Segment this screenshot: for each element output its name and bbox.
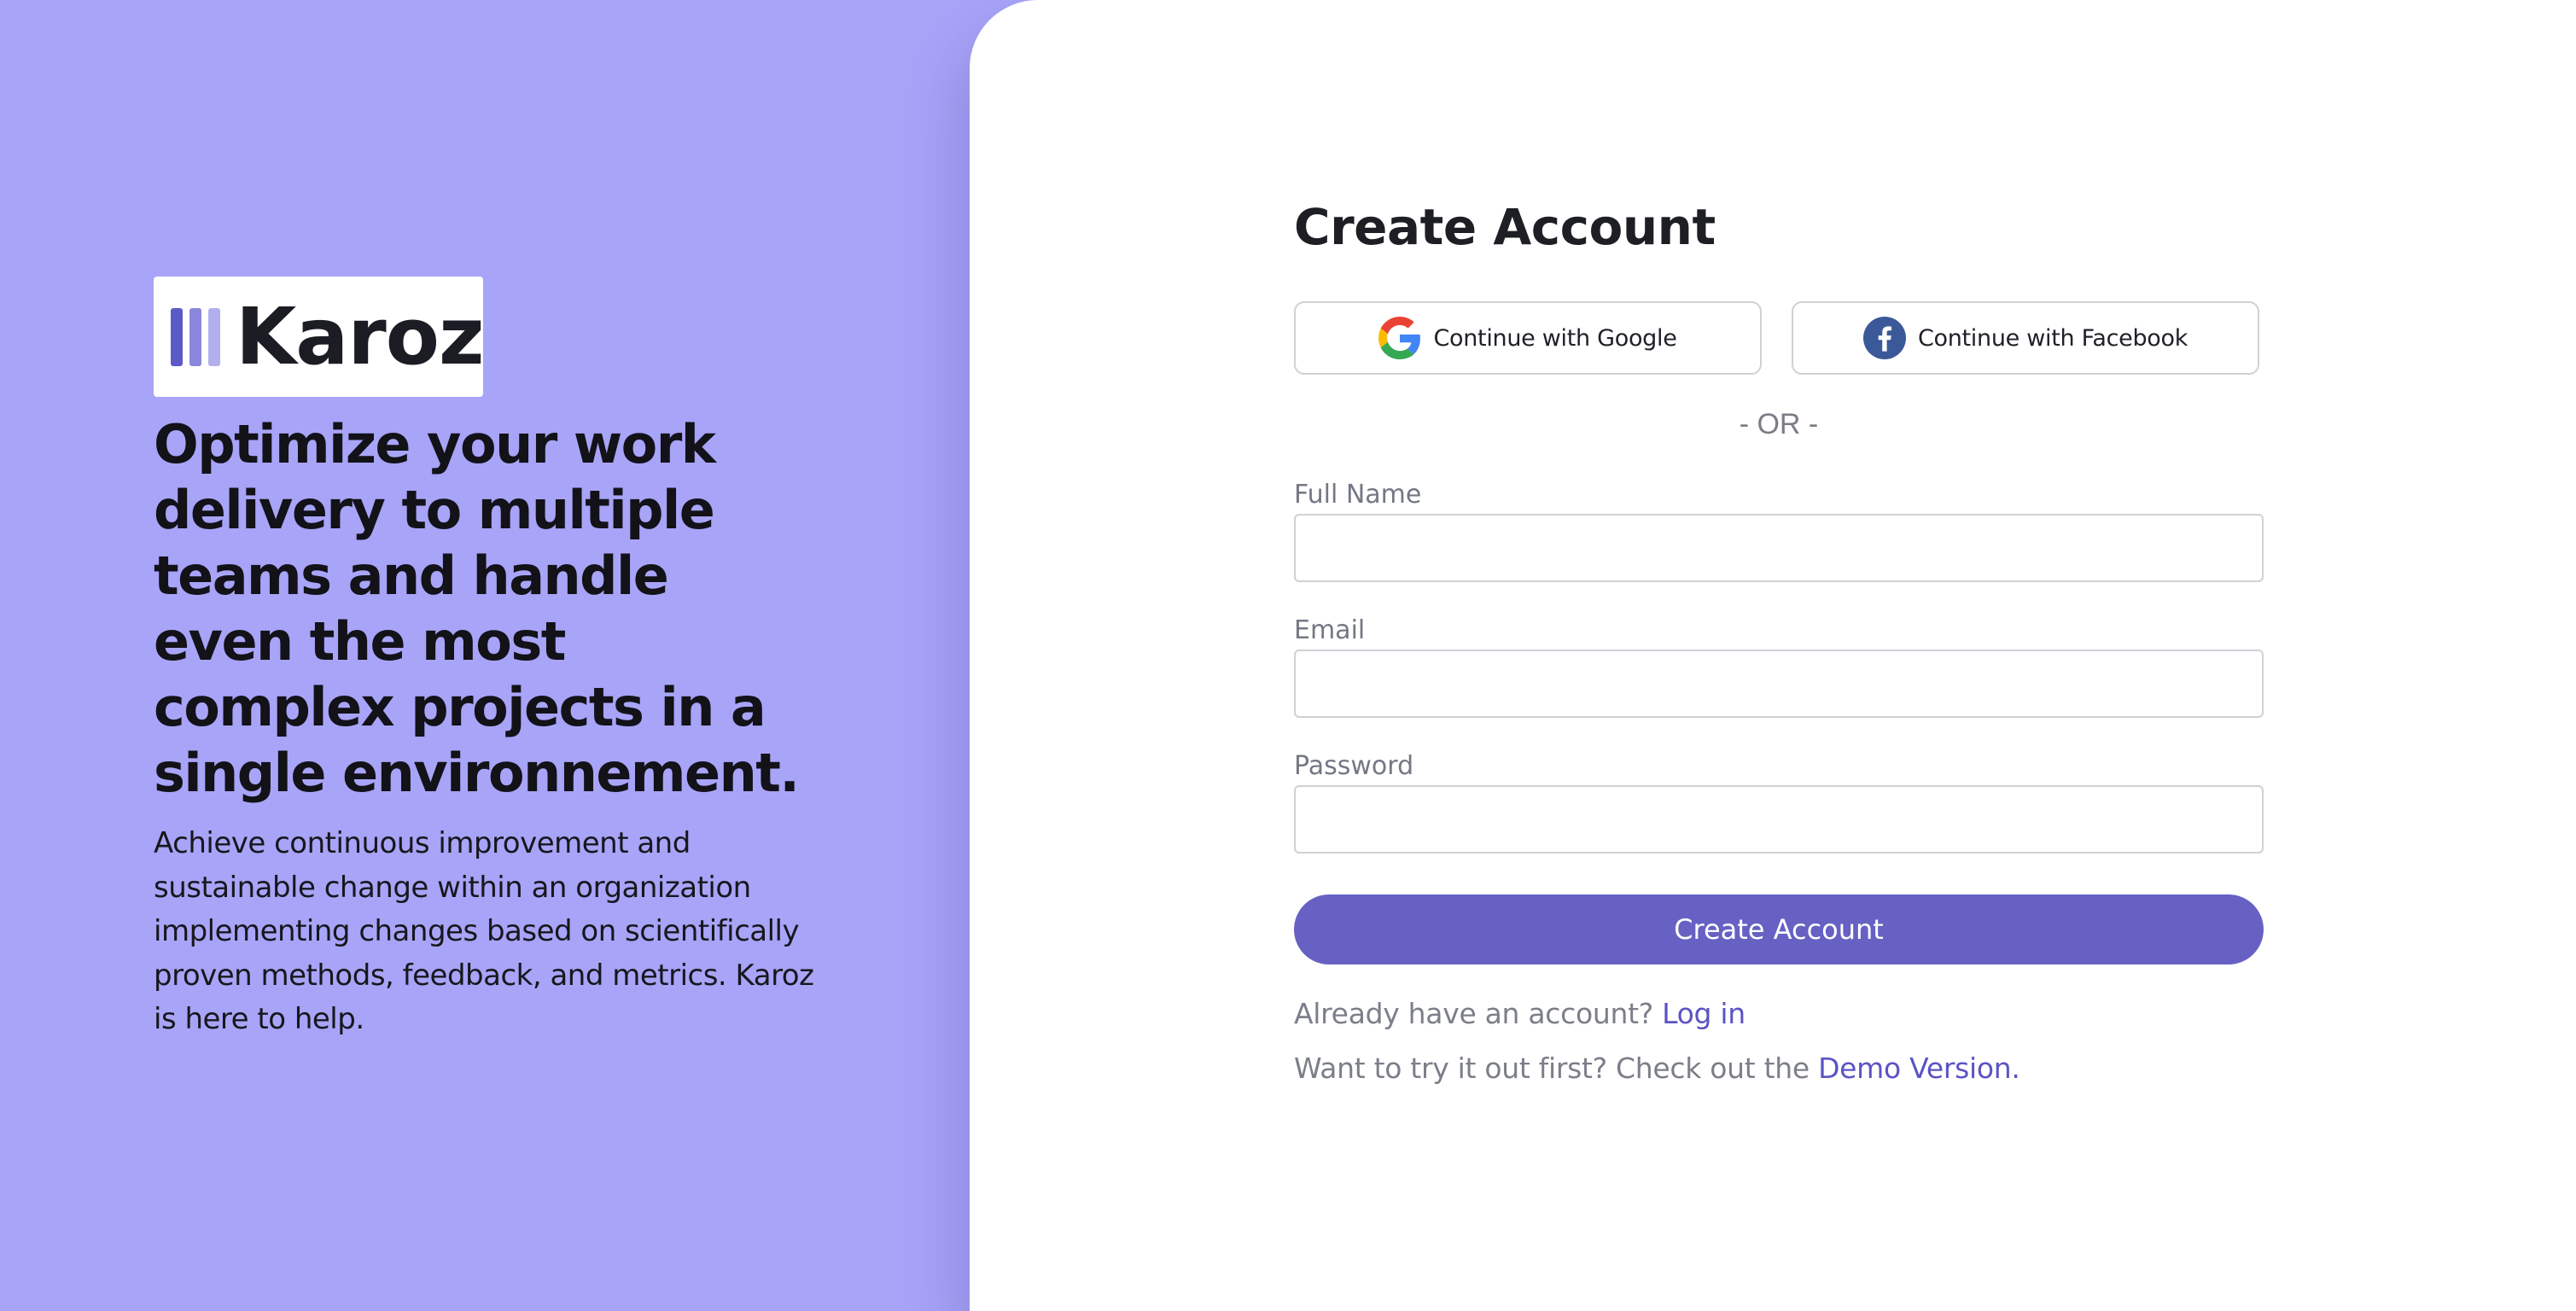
hero-headline: Optimize your work delivery to multiple …	[154, 413, 800, 804]
email-input[interactable]	[1294, 650, 2264, 718]
continue-with-google-button[interactable]: Continue with Google	[1294, 301, 1762, 375]
facebook-icon	[1862, 317, 1906, 359]
logo-bar	[189, 307, 201, 366]
create-account-button[interactable]: Create Account	[1294, 894, 2264, 964]
full-name-label: Full Name	[1294, 480, 1422, 510]
left-hero-panel: Karoz Optimize your work delivery to mul…	[0, 0, 990, 1311]
hero-description: Achieve continuous improvement and susta…	[154, 826, 814, 1036]
google-button-label: Continue with Google	[1433, 324, 1677, 352]
three-bars-logo-icon	[171, 307, 220, 366]
full-name-input[interactable]	[1294, 514, 2264, 582]
or-separator: - OR -	[1739, 408, 1819, 440]
password-label: Password	[1294, 751, 1414, 781]
demo-prompt-line: Want to try it out first? Check out the …	[1294, 1052, 2020, 1085]
logo-bar	[171, 307, 183, 366]
login-prompt-text: Already have an account?	[1294, 997, 1653, 1030]
continue-with-facebook-button[interactable]: Continue with Facebook	[1792, 301, 2259, 375]
log-in-link[interactable]: Log in	[1662, 997, 1746, 1030]
password-input[interactable]	[1294, 785, 2264, 854]
brand-name: Karoz	[236, 290, 484, 382]
form-title: Create Account	[1294, 198, 1716, 256]
demo-prompt-text: Want to try it out first? Check out the	[1294, 1052, 1810, 1085]
google-icon	[1378, 317, 1421, 359]
login-prompt-line: Already have an account? Log in	[1294, 997, 1746, 1030]
demo-version-link[interactable]: Demo Version.	[1818, 1052, 2020, 1085]
email-label: Email	[1294, 615, 1366, 645]
logo-bar	[208, 307, 220, 366]
facebook-button-label: Continue with Facebook	[1917, 324, 2188, 352]
brand-logo[interactable]: Karoz	[154, 277, 484, 397]
